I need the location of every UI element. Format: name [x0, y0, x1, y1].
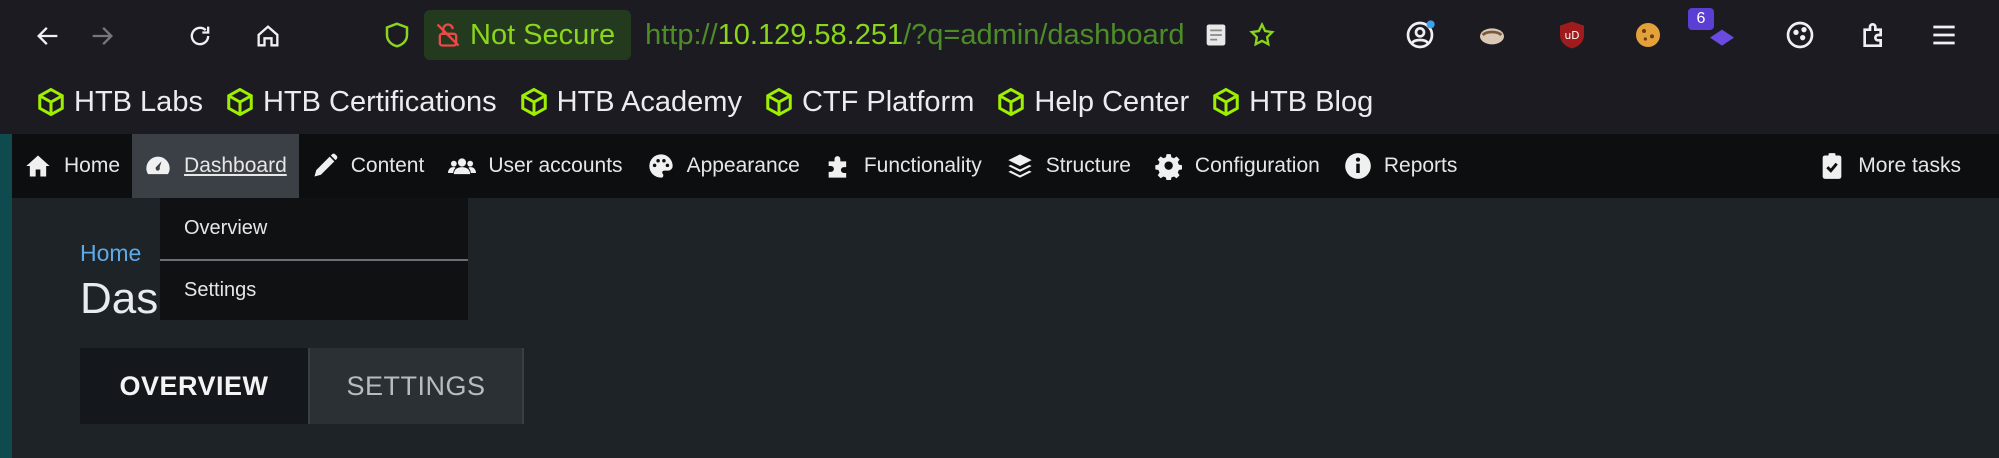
tab-overview[interactable]: OVERVIEW: [80, 348, 308, 424]
bookmark-help-center[interactable]: Help Center: [996, 86, 1189, 119]
admin-item-label: Structure: [1045, 154, 1131, 177]
cube-icon: [520, 87, 547, 117]
cube-icon: [766, 87, 792, 117]
dashboard-icon: [146, 156, 170, 175]
admin-item-label: Appearance: [686, 154, 800, 177]
cookie-icon[interactable]: [1630, 17, 1666, 53]
back-arrow-icon[interactable]: [26, 14, 70, 58]
page-title: Das: [80, 274, 159, 323]
admin-item-label: Reports: [1383, 154, 1458, 177]
admin-item-content[interactable]: Content: [299, 134, 437, 198]
bookmark-htb-blog[interactable]: HTB Blog: [1211, 86, 1373, 119]
more-tasks-label: More tasks: [1858, 154, 1961, 177]
extension-badge: 6: [1688, 8, 1714, 30]
reader-view-icon[interactable]: [1202, 21, 1230, 49]
star-icon[interactable]: [1248, 21, 1276, 49]
bookmark-label: HTB Labs: [74, 85, 203, 118]
not-secure-indicator[interactable]: Not Secure: [424, 10, 632, 60]
pencil-icon: [314, 153, 338, 177]
bookmark-ctf-platform[interactable]: CTF Platform: [764, 86, 974, 119]
puzzle-icon: [828, 156, 846, 178]
bookmark-htb-labs[interactable]: HTB Labs: [36, 86, 203, 119]
puzzle-icon[interactable]: [1856, 17, 1892, 53]
ublock-icon[interactable]: uD: [1554, 17, 1590, 53]
insecure-lock-icon: [436, 23, 460, 47]
breadcrumb[interactable]: Home: [80, 240, 141, 267]
users-icon: [448, 158, 477, 175]
home-icon[interactable]: [246, 14, 290, 58]
url-host: 10.129.58.251: [717, 18, 904, 51]
cube-icon: [38, 87, 64, 117]
cookie-icon[interactable]: [1782, 17, 1818, 53]
url-bar[interactable]: Not Secure http://10.129.58.251/?q=admin…: [376, 10, 1326, 60]
reload-icon[interactable]: [178, 14, 222, 58]
clipboard-check-icon: [1822, 153, 1842, 179]
admin-item-structure[interactable]: Structure: [994, 134, 1143, 198]
admin-toolbar: Home Dashboard Content User accounts App…: [12, 134, 1999, 198]
bookmark-label: HTB Academy: [556, 85, 742, 118]
admin-item-label: Content: [350, 154, 425, 177]
admin-item-functionality[interactable]: Functionality: [812, 134, 994, 198]
browser-chrome: Not Secure http://10.129.58.251/?q=admin…: [0, 0, 1999, 134]
svg-text:uD: uD: [1565, 29, 1580, 42]
bookmark-label: Help Center: [1034, 85, 1190, 118]
window-edge: [0, 134, 12, 458]
info-icon: [1345, 153, 1371, 179]
url-path: /?q=admin/dashboard: [903, 18, 1185, 51]
admin-item-label: Configuration: [1194, 154, 1320, 177]
url-text[interactable]: http://10.129.58.251/?q=admin/dashboard: [645, 19, 1184, 52]
extension-icon[interactable]: [1474, 17, 1510, 53]
forward-arrow-icon[interactable]: [80, 14, 124, 58]
account-icon[interactable]: [1402, 17, 1438, 53]
admin-item-label: Home: [64, 154, 121, 177]
admin-item-dashboard[interactable]: Dashboard: [132, 134, 299, 198]
gear-icon: [1155, 154, 1182, 180]
cube-icon: [998, 87, 1025, 117]
bookmark-label: HTB Blog: [1249, 85, 1374, 118]
bookmark-label: CTF Platform: [801, 85, 975, 118]
bookmark-label: HTB Certifications: [262, 85, 497, 118]
tray-item-overview[interactable]: Overview: [160, 198, 468, 259]
admin-item-user-accounts[interactable]: User accounts: [436, 134, 634, 198]
url-scheme: http://: [645, 18, 718, 51]
tray-item-settings[interactable]: Settings: [160, 259, 468, 320]
admin-item-configuration[interactable]: Configuration: [1143, 134, 1332, 198]
cube-icon: [1213, 87, 1239, 117]
admin-item-appearance[interactable]: Appearance: [635, 134, 812, 198]
bookmark-htb-certifications[interactable]: HTB Certifications: [225, 86, 497, 119]
bookmarks-bar: HTB Labs HTB Certifications HTB Academy …: [0, 80, 1999, 124]
admin-item-reports[interactable]: Reports: [1332, 134, 1470, 198]
bookmark-htb-academy[interactable]: HTB Academy: [519, 86, 742, 119]
shield-icon[interactable]: [382, 20, 412, 50]
tab-settings[interactable]: SETTINGS: [308, 348, 524, 424]
menu-icon[interactable]: [1926, 17, 1962, 53]
admin-item-home[interactable]: Home: [12, 134, 132, 198]
admin-item-label: User accounts: [488, 154, 623, 177]
browser-toolbar: Not Secure http://10.129.58.251/?q=admin…: [0, 0, 1999, 70]
palette-icon: [648, 154, 673, 178]
dashboard-dropdown-tray: Overview Settings: [160, 198, 468, 320]
admin-item-label: Dashboard: [184, 154, 287, 177]
more-tasks-button[interactable]: More tasks: [1806, 134, 1973, 198]
layers-icon: [1008, 154, 1032, 178]
admin-item-label: Functionality: [863, 154, 982, 177]
page-tabs: OVERVIEW SETTINGS: [80, 348, 524, 424]
cube-icon: [227, 87, 253, 117]
page-content: Home Dashboard Content User accounts App…: [12, 134, 1999, 458]
home-icon: [26, 155, 50, 177]
security-label: Not Secure: [470, 18, 616, 51]
